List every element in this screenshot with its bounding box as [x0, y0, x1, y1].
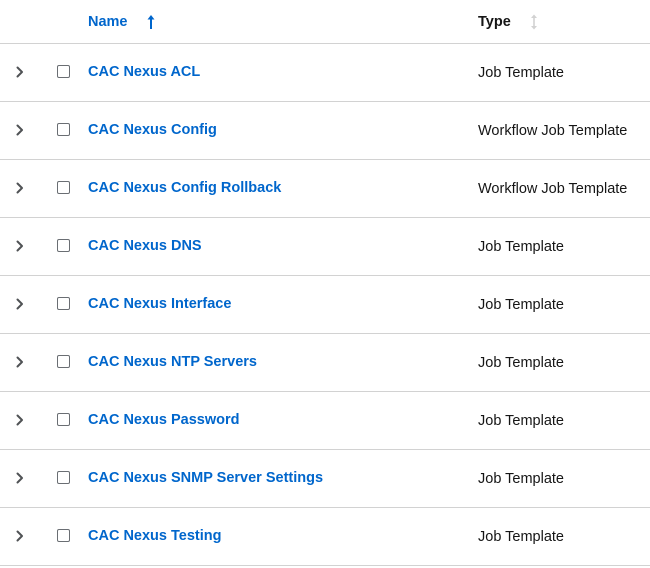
chevron-right-icon[interactable]	[12, 354, 28, 370]
template-type: Workflow Job Template	[478, 181, 628, 197]
chevron-right-icon[interactable]	[12, 122, 28, 138]
row-checkbox[interactable]	[57, 471, 70, 484]
template-name-link[interactable]: CAC Nexus SNMP Server Settings	[88, 470, 323, 486]
template-type: Job Template	[478, 65, 564, 81]
table-row: CAC Nexus Testing Job Template	[0, 508, 650, 566]
chevron-right-icon[interactable]	[12, 470, 28, 486]
row-checkbox[interactable]	[57, 355, 70, 368]
table-row: CAC Nexus ACL Job Template	[0, 44, 650, 102]
row-checkbox[interactable]	[57, 65, 70, 78]
template-type: Workflow Job Template	[478, 123, 628, 139]
row-checkbox[interactable]	[57, 239, 70, 252]
column-header-type[interactable]: Type	[478, 14, 539, 30]
template-name-link[interactable]: CAC Nexus ACL	[88, 64, 200, 80]
row-checkbox[interactable]	[57, 529, 70, 542]
arrow-up-icon[interactable]	[146, 14, 156, 30]
template-name-link[interactable]: CAC Nexus Interface	[88, 296, 231, 312]
chevron-right-icon[interactable]	[12, 296, 28, 312]
table-row: CAC Nexus SNMP Server Settings Job Templ…	[0, 450, 650, 508]
template-name-link[interactable]: CAC Nexus Testing	[88, 528, 221, 544]
column-header-name-label: Name	[88, 14, 128, 30]
template-name-link[interactable]: CAC Nexus Password	[88, 412, 240, 428]
table-row: CAC Nexus Config Workflow Job Template	[0, 102, 650, 160]
template-name-link[interactable]: CAC Nexus Config Rollback	[88, 180, 281, 196]
column-header-name[interactable]: Name	[88, 14, 156, 30]
template-type: Job Template	[478, 471, 564, 487]
chevron-right-icon[interactable]	[12, 180, 28, 196]
table-row: CAC Nexus DNS Job Template	[0, 218, 650, 276]
row-checkbox[interactable]	[57, 413, 70, 426]
row-checkbox[interactable]	[57, 123, 70, 136]
template-name-link[interactable]: CAC Nexus NTP Servers	[88, 354, 257, 370]
template-type: Job Template	[478, 355, 564, 371]
template-name-link[interactable]: CAC Nexus Config	[88, 122, 217, 138]
row-checkbox[interactable]	[57, 181, 70, 194]
table-row: CAC Nexus Password Job Template	[0, 392, 650, 450]
templates-table: Name Type CAC Nexus ACL Job Template CAC…	[0, 0, 650, 566]
chevron-right-icon[interactable]	[12, 238, 28, 254]
template-type: Job Template	[478, 297, 564, 313]
column-header-type-label: Type	[478, 14, 511, 30]
template-type: Job Template	[478, 413, 564, 429]
table-header: Name Type	[0, 0, 650, 44]
sort-icon[interactable]	[529, 14, 539, 30]
table-row: CAC Nexus Interface Job Template	[0, 276, 650, 334]
template-type: Job Template	[478, 239, 564, 255]
chevron-right-icon[interactable]	[12, 412, 28, 428]
chevron-right-icon[interactable]	[12, 64, 28, 80]
template-type: Job Template	[478, 529, 564, 545]
chevron-right-icon[interactable]	[12, 528, 28, 544]
row-checkbox[interactable]	[57, 297, 70, 310]
table-body: CAC Nexus ACL Job Template CAC Nexus Con…	[0, 44, 650, 566]
table-row: CAC Nexus NTP Servers Job Template	[0, 334, 650, 392]
table-row: CAC Nexus Config Rollback Workflow Job T…	[0, 160, 650, 218]
template-name-link[interactable]: CAC Nexus DNS	[88, 238, 202, 254]
